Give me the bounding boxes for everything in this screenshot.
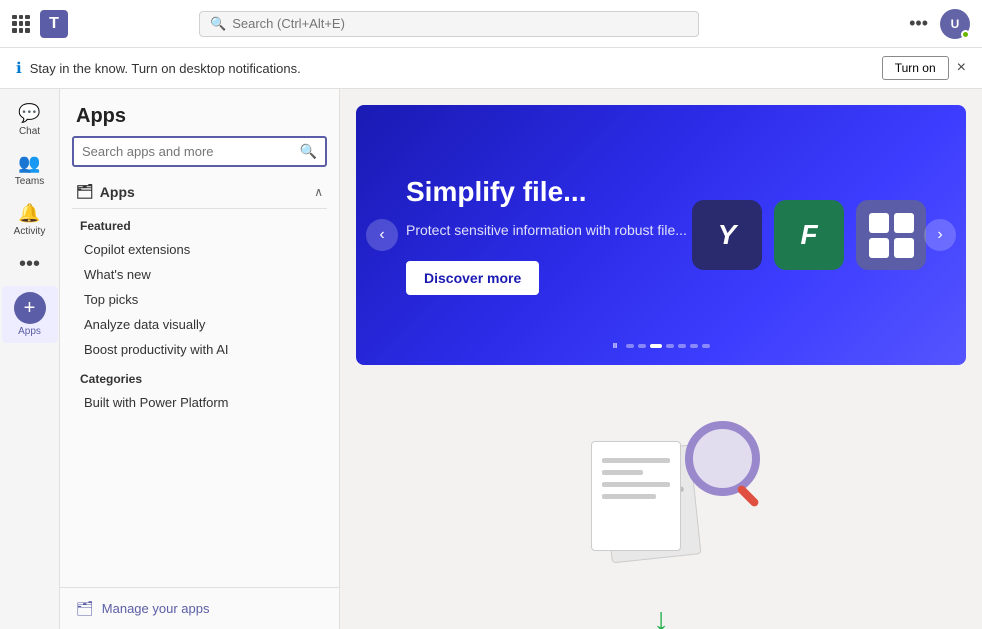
banner-dots: ⏸ xyxy=(612,338,710,353)
no-matches-visual xyxy=(561,411,761,591)
banner-prev-button[interactable]: ‹ xyxy=(366,219,398,251)
magnifier-handle xyxy=(736,484,760,508)
info-icon: ℹ xyxy=(16,59,22,77)
title-bar-left: T xyxy=(12,10,92,38)
banner-icons: Y F xyxy=(692,200,926,270)
notification-bar: ℹ Stay in the know. Turn on desktop noti… xyxy=(0,48,982,89)
more-apps-dots[interactable]: ••• xyxy=(13,247,46,282)
apps-section-header[interactable]: 🗂 Apps ∧ xyxy=(72,175,327,209)
nav-item-top-picks[interactable]: Top picks xyxy=(76,287,323,312)
apps-plus-icon: + xyxy=(14,292,46,324)
banner-dot-2 xyxy=(638,344,646,348)
banner-title: Simplify file... xyxy=(406,175,687,209)
sidebar-label-apps: Apps xyxy=(18,326,41,337)
apps-section-title: 🗂 Apps xyxy=(76,183,135,200)
manage-apps-link[interactable]: 🗂 Manage your apps xyxy=(76,600,323,617)
search-bar[interactable]: 🔍 xyxy=(199,11,699,37)
close-notification-button[interactable]: × xyxy=(957,59,966,77)
app-icon-f: F xyxy=(774,200,844,270)
notification-text: Stay in the know. Turn on desktop notifi… xyxy=(30,61,874,76)
manage-icon: 🗂 xyxy=(76,600,94,617)
apps-section: 🗂 Apps ∧ xyxy=(60,175,339,209)
grid-icon[interactable] xyxy=(12,15,30,33)
sidebar-label-activity: Activity xyxy=(14,226,46,237)
main-layout: 💬 Chat 👥 Teams 🔔 Activity ••• + Apps App… xyxy=(0,89,982,629)
sidebar-item-teams[interactable]: 👥 Teams xyxy=(2,147,58,193)
apps-search-icon: 🔍 xyxy=(300,143,317,160)
apps-panel-footer: 🗂 Manage your apps xyxy=(60,587,339,629)
apps-search-input[interactable] xyxy=(82,144,294,159)
title-bar-right: ••• U xyxy=(905,9,970,39)
banner-next-button[interactable]: › xyxy=(924,219,956,251)
sidebar-item-apps[interactable]: + Apps xyxy=(2,286,58,343)
nav-item-whats-new[interactable]: What's new xyxy=(76,262,323,287)
magnifier-circle xyxy=(685,421,760,496)
banner-dot-1 xyxy=(626,344,634,348)
banner-dot-6 xyxy=(690,344,698,348)
nav-list: Featured Copilot extensions What's new T… xyxy=(60,209,339,415)
sidebar-item-chat[interactable]: 💬 Chat xyxy=(2,97,58,143)
presence-dot xyxy=(961,30,970,39)
sidebar-item-activity[interactable]: 🔔 Activity xyxy=(2,197,58,243)
discover-more-button[interactable]: Discover more xyxy=(406,261,539,295)
nav-item-analyze[interactable]: Analyze data visually xyxy=(76,312,323,337)
avatar[interactable]: U xyxy=(940,9,970,39)
featured-category: Featured xyxy=(76,209,323,237)
teams-icon: 👥 xyxy=(18,153,40,174)
nav-item-copilot[interactable]: Copilot extensions xyxy=(76,237,323,262)
chevron-up-icon: ∧ xyxy=(314,185,323,199)
banner-text: Simplify file... Protect sensitive infor… xyxy=(406,175,687,296)
app-icon-grid xyxy=(856,200,926,270)
apps-search-wrap: 🔍 xyxy=(60,136,339,175)
teams-logo: T xyxy=(40,10,68,38)
sidebar: 💬 Chat 👥 Teams 🔔 Activity ••• + Apps xyxy=(0,89,60,629)
doc-front xyxy=(591,441,681,551)
banner-dot-3 xyxy=(650,344,662,348)
banner-dot-7 xyxy=(702,344,710,348)
apps-search-box[interactable]: 🔍 xyxy=(72,136,327,167)
title-bar: T 🔍 ••• U xyxy=(0,0,982,48)
search-input[interactable] xyxy=(232,16,688,31)
banner-dot-5 xyxy=(678,344,686,348)
search-icon: 🔍 xyxy=(210,16,226,32)
apps-section-icon: 🗂 xyxy=(76,183,94,200)
turn-on-button[interactable]: Turn on xyxy=(882,56,949,80)
manage-apps-label: Manage your apps xyxy=(102,601,210,616)
sidebar-label-teams: Teams xyxy=(15,176,44,187)
banner-dot-4 xyxy=(666,344,674,348)
nav-item-power-platform[interactable]: Built with Power Platform xyxy=(76,390,323,415)
chat-icon: 💬 xyxy=(18,103,40,124)
magnifier xyxy=(685,421,761,500)
sidebar-label-chat: Chat xyxy=(19,126,40,137)
apps-panel: Apps 🔍 🗂 Apps ∧ Featured Copilot extensi… xyxy=(60,89,340,629)
apps-panel-title: Apps xyxy=(60,89,339,136)
banner-carousel: ‹ Simplify file... Protect sensitive inf… xyxy=(356,105,966,365)
app-icon-y: Y xyxy=(692,200,762,270)
banner-description: Protect sensitive information with robus… xyxy=(406,220,687,241)
banner-pause-button[interactable]: ⏸ xyxy=(612,338,618,353)
activity-icon: 🔔 xyxy=(18,203,40,224)
content-area: ‹ Simplify file... Protect sensitive inf… xyxy=(340,89,982,629)
more-options-button[interactable]: ••• xyxy=(905,11,932,36)
no-matches-section: ↓ We didn't find any matches xyxy=(356,381,966,629)
categories-label: Categories xyxy=(76,362,323,390)
nav-item-boost[interactable]: Boost productivity with AI xyxy=(76,337,323,362)
